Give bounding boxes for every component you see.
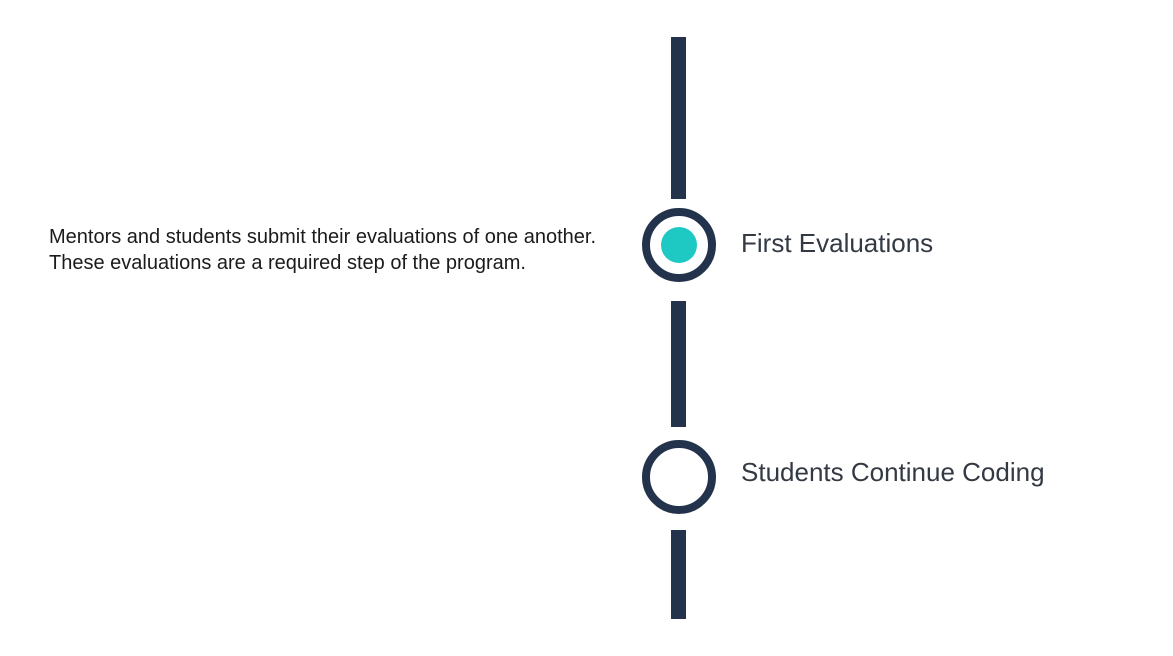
timeline-line-segment <box>671 37 686 199</box>
timeline-line-segment <box>671 530 686 619</box>
timeline-node-upcoming[interactable] <box>642 440 716 514</box>
step-label-students-continue-coding[interactable]: Students Continue Coding <box>741 455 1045 489</box>
step-description: Mentors and students submit their evalua… <box>49 226 597 274</box>
step-label-first-evaluations[interactable]: First Evaluations <box>741 226 933 260</box>
timeline-node-active[interactable] <box>642 208 716 282</box>
active-dot-icon <box>661 227 697 263</box>
timeline-line-segment <box>671 301 686 427</box>
